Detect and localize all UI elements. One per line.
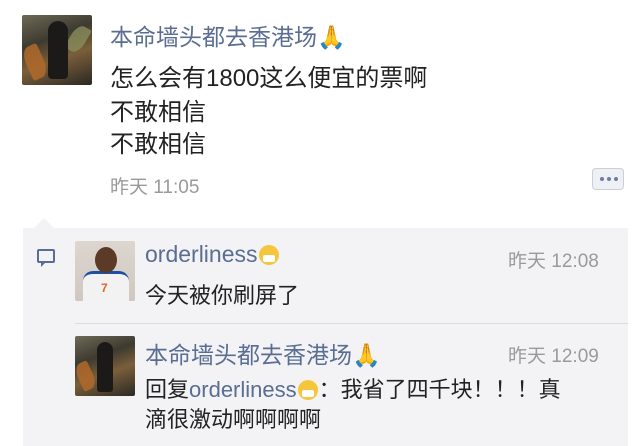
dot <box>600 177 604 181</box>
avatar-art <box>64 22 92 56</box>
avatar-figure <box>97 342 113 392</box>
post-text-line: 不敢相信 <box>110 99 206 126</box>
comment-bubble-icon <box>37 249 55 267</box>
post-author-avatar[interactable] <box>22 15 92 85</box>
comment-timestamp: 昨天 12:08 <box>508 251 599 272</box>
post-text-line: 不敢相信 <box>110 131 206 158</box>
mask-face-emoji <box>258 245 279 265</box>
reply-prefix: 回复 <box>145 377 190 402</box>
avatar-figure <box>48 21 68 79</box>
dot <box>607 177 611 181</box>
praying-hands-emoji: 🙏 <box>352 342 381 368</box>
post-author-name-text[interactable]: 本命墙头都去香港场 <box>110 24 317 50</box>
commenter-name[interactable]: orderliness <box>145 241 280 268</box>
avatar-art <box>75 360 99 392</box>
reply-to-name[interactable]: orderliness <box>189 377 297 402</box>
praying-hands-emoji: 🙏 <box>317 24 346 50</box>
comment-divider <box>75 323 628 324</box>
commenter-name-text[interactable]: orderliness <box>145 241 258 267</box>
commenter-avatar[interactable] <box>75 336 135 396</box>
comment-timestamp: 昨天 12:09 <box>508 346 599 367</box>
comment-text[interactable]: 回复orderliness ：我省了四千块！！！真 <box>145 372 561 404</box>
avatar-art <box>95 247 117 273</box>
reply-text: ：我省了四千块！！！真 <box>318 377 561 402</box>
comment-text[interactable]: 今天被你刷屏了 <box>145 278 299 310</box>
comment-text-line-2[interactable]: 滴很激动啊啊啊啊 <box>145 402 321 434</box>
mask-face-emoji <box>297 380 318 400</box>
avatar-art: 7 <box>101 281 108 295</box>
dot <box>614 177 618 181</box>
commenter-name[interactable]: 本命墙头都去香港场🙏 <box>145 336 381 370</box>
post-author-name[interactable]: 本命墙头都去香港场🙏 <box>110 18 346 52</box>
commenter-avatar[interactable]: 7 <box>75 241 135 301</box>
panel-caret <box>34 218 54 228</box>
commenter-name-text[interactable]: 本命墙头都去香港场 <box>145 342 352 368</box>
post-timestamp: 昨天 11:05 <box>110 177 200 198</box>
post-text-line: 怎么会有1800这么便宜的票啊 <box>110 65 428 92</box>
more-dots-icon[interactable] <box>592 168 624 190</box>
avatar-art <box>22 42 51 82</box>
